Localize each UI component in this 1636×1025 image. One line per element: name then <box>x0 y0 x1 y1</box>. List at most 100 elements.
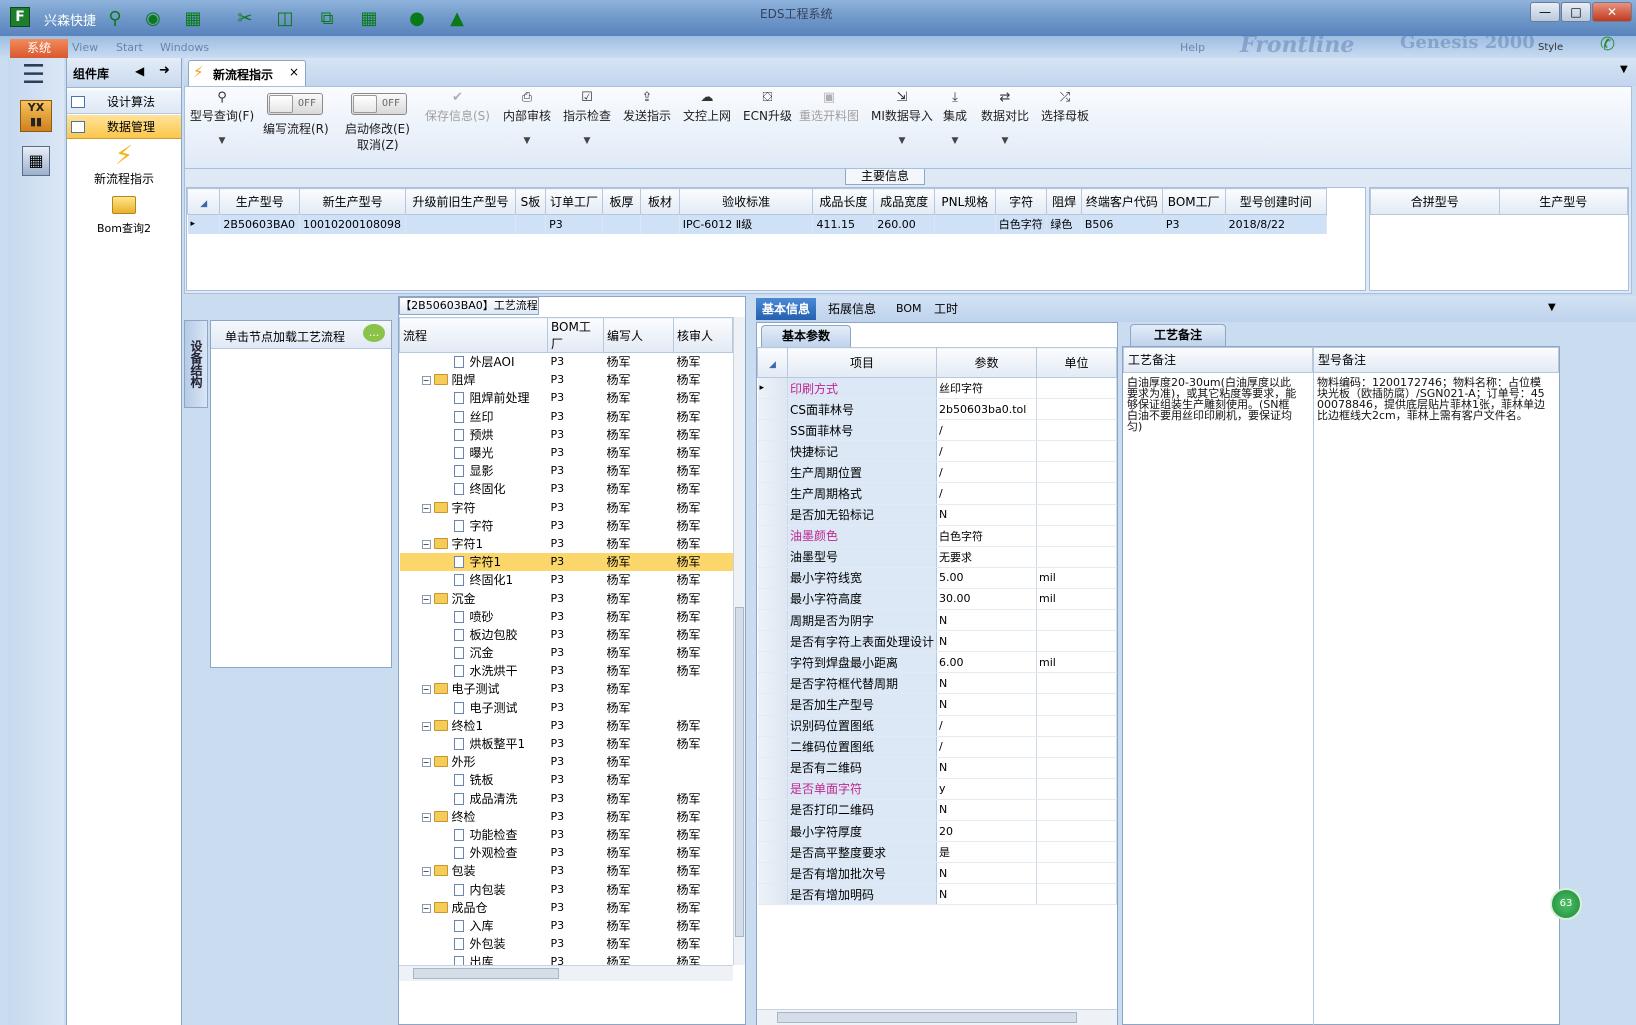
main-col-header[interactable]: BOM工厂 <box>1161 188 1226 215</box>
tree-node[interactable]: 电子测试 P3 杨军 <box>400 698 733 716</box>
param-row[interactable]: 是否有增加明码 N <box>757 883 1117 906</box>
param-row[interactable]: 是否字符框代替周期 N <box>757 672 1117 695</box>
table-cell[interactable]: P3 <box>545 214 603 234</box>
tree-node-name[interactable]: 终固化1 <box>400 571 548 589</box>
tree-node-name[interactable]: − 终检 <box>400 807 548 825</box>
tree-node-name[interactable]: 丝印 <box>400 407 548 425</box>
tree-node[interactable]: 阻焊前处理 P3 杨军 杨军 <box>400 389 733 407</box>
tree-node[interactable]: − 字符 P3 杨军 杨军 <box>400 498 733 516</box>
tree-node-name[interactable]: − 终检1 <box>400 716 548 734</box>
main-col-header[interactable]: 终端客户代码 <box>1080 188 1163 215</box>
ecn-upgrade-button[interactable]: ⛋ ECN升级 <box>743 89 792 124</box>
param-row[interactable]: SS面菲林号 / <box>757 419 1117 442</box>
tree-node[interactable]: 烘板整平1 P3 杨军 杨军 <box>400 734 733 752</box>
tree-node[interactable]: 沉金 P3 杨军 杨军 <box>400 644 733 662</box>
grid-icon[interactable]: ▦ <box>180 5 206 31</box>
param-value[interactable]: N <box>936 609 1038 632</box>
lib-item-data-management[interactable]: 数据管理 <box>67 115 181 139</box>
collapse-icon[interactable]: − <box>421 539 431 549</box>
menu-windows[interactable]: Windows <box>160 41 209 54</box>
bom-factory-column-header[interactable]: BOM工厂 <box>547 317 604 353</box>
tree-node[interactable]: 水洗烘干 P3 杨军 杨军 <box>400 662 733 680</box>
param-value[interactable]: 5.00 <box>936 567 1038 589</box>
tree-node[interactable]: 预烘 P3 杨军 杨军 <box>400 425 733 443</box>
table-cell[interactable] <box>934 214 996 234</box>
tab-bom[interactable]: BOM <box>890 298 928 320</box>
chevron-down-icon[interactable]: ▼ <box>871 136 933 146</box>
tab-extended-info[interactable]: 拓展信息 <box>822 298 882 320</box>
param-value[interactable]: / <box>936 482 1038 505</box>
integrate-button[interactable]: ⤓ 集成 ▼ <box>943 89 967 146</box>
tree-node[interactable]: 外层AOI P3 杨军 杨军 <box>400 353 733 371</box>
flow-vertical-scrollbar[interactable] <box>733 317 745 965</box>
param-value[interactable]: 无要求 <box>936 546 1038 568</box>
table-cell[interactable] <box>602 214 642 234</box>
chevron-down-icon[interactable]: ▼ <box>189 136 255 146</box>
tree-node[interactable]: 丝印 P3 杨军 杨军 <box>400 407 733 425</box>
tree-node[interactable]: − 沉金 P3 杨军 杨军 <box>400 589 733 607</box>
param-row[interactable]: 快捷标记 / <box>757 440 1117 463</box>
table-cell[interactable]: B506 <box>1081 214 1163 234</box>
param-row[interactable]: 最小字符线宽 5.00 mil <box>757 567 1117 589</box>
tree-node[interactable]: − 外形 P3 杨军 <box>400 753 733 771</box>
table-cell[interactable]: 260.00 <box>873 214 935 234</box>
tab-close-icon[interactable]: × <box>289 65 299 79</box>
tree-node[interactable]: 内包装 P3 杨军 杨军 <box>400 880 733 898</box>
menu-view[interactable]: View <box>72 41 98 54</box>
tree-node[interactable]: 功能检查 P3 杨军 杨军 <box>400 825 733 843</box>
param-column-header[interactable]: 参数 <box>936 347 1038 378</box>
params-horizontal-scrollbar[interactable] <box>757 1009 1117 1025</box>
film-icon[interactable]: ◫ <box>272 5 298 31</box>
param-value[interactable]: N <box>936 799 1038 821</box>
menu-help[interactable]: Help <box>1180 41 1205 54</box>
param-row[interactable]: 是否加无铅标记 N <box>757 504 1117 526</box>
unit-column-header[interactable]: 单位 <box>1036 347 1117 378</box>
param-row[interactable]: 周期是否为阴字 N <box>757 609 1117 632</box>
main-col-header[interactable]: 成品宽度 <box>873 188 935 215</box>
param-value[interactable]: N <box>936 672 1038 695</box>
send-instruction-button[interactable]: ⇪ 发送指示 <box>623 89 671 124</box>
tree-node[interactable]: 板边包胶 P3 杨军 杨军 <box>400 625 733 643</box>
phone-icon[interactable]: ✆ <box>1600 34 1615 55</box>
tree-node-name[interactable]: − 电子测试 <box>400 680 548 698</box>
tree-node-name[interactable]: 外观检查 <box>400 844 548 862</box>
chart-icon[interactable]: ▲ <box>444 5 470 31</box>
tree-node-name[interactable]: 曝光 <box>400 443 548 461</box>
table-row[interactable]: ▸ 2B50603BA0 10010200108098 P3 IPC-6012 Ⅱ级 41… <box>187 214 1328 234</box>
instruction-check-button[interactable]: ☑ 指示检查 ▼ <box>563 89 611 146</box>
param-value[interactable]: N <box>936 504 1038 526</box>
tree-node-name[interactable]: − 包装 <box>400 862 548 880</box>
tree-node[interactable]: 铣板 P3 杨军 <box>400 771 733 789</box>
param-row[interactable]: 识别码位置图纸 / <box>757 715 1117 737</box>
tree-node-name[interactable]: 烘板整平1 <box>400 734 548 752</box>
tree-node[interactable]: − 终检1 P3 杨军 杨军 <box>400 716 733 734</box>
table-cell[interactable] <box>405 214 516 234</box>
copy-icon[interactable]: ⧉ <box>314 5 340 31</box>
collapse-icon[interactable]: − <box>421 376 431 386</box>
main-col-header[interactable]: 型号创建时间 <box>1224 188 1328 215</box>
scissors-icon[interactable]: ✂ <box>232 5 258 31</box>
system-tab[interactable]: 系统 <box>10 39 68 58</box>
main-col-header[interactable]: 升级前旧生产型号 <box>405 188 516 215</box>
tree-node-name[interactable]: − 沉金 <box>400 589 548 607</box>
process-note-header[interactable]: 工艺备注 <box>1123 347 1313 373</box>
user-icon[interactable]: ● <box>404 5 430 31</box>
main-col-header[interactable]: 验收标准 <box>678 188 814 215</box>
tree-node[interactable]: 显影 P3 杨军 杨军 <box>400 462 733 480</box>
param-row[interactable]: 油墨型号 无要求 <box>757 546 1117 568</box>
tree-node-name[interactable]: 出库 <box>400 953 548 965</box>
select-motherboard-button[interactable]: ⤮ 选择母板 <box>1041 89 1089 124</box>
param-value[interactable]: / <box>936 440 1038 463</box>
tree-node-name[interactable]: 显影 <box>400 462 548 480</box>
param-value[interactable]: N <box>936 757 1038 779</box>
process-note-text[interactable]: 白油厚度20-30um(白油厚度以此要求为准)，或其它粘度等要求，能够保证组装生… <box>1127 377 1297 432</box>
main-col-header[interactable]: 生产型号 <box>219 188 301 215</box>
flow-horizontal-scrollbar[interactable] <box>399 965 733 981</box>
param-row[interactable]: 是否加生产型号 N <box>757 693 1117 716</box>
table-cell[interactable]: 绿色 <box>1046 214 1082 234</box>
load-hint-bar[interactable]: 单击节点加载工艺流程 ... <box>211 321 391 349</box>
mi-data-import-button[interactable]: ⇲ MI数据导入 ▼ <box>871 89 933 146</box>
main-col-header[interactable]: 字符 <box>994 188 1048 215</box>
tree-node-name[interactable]: 水洗烘干 <box>400 662 548 680</box>
tree-node[interactable]: − 终检 P3 杨军 杨军 <box>400 807 733 825</box>
